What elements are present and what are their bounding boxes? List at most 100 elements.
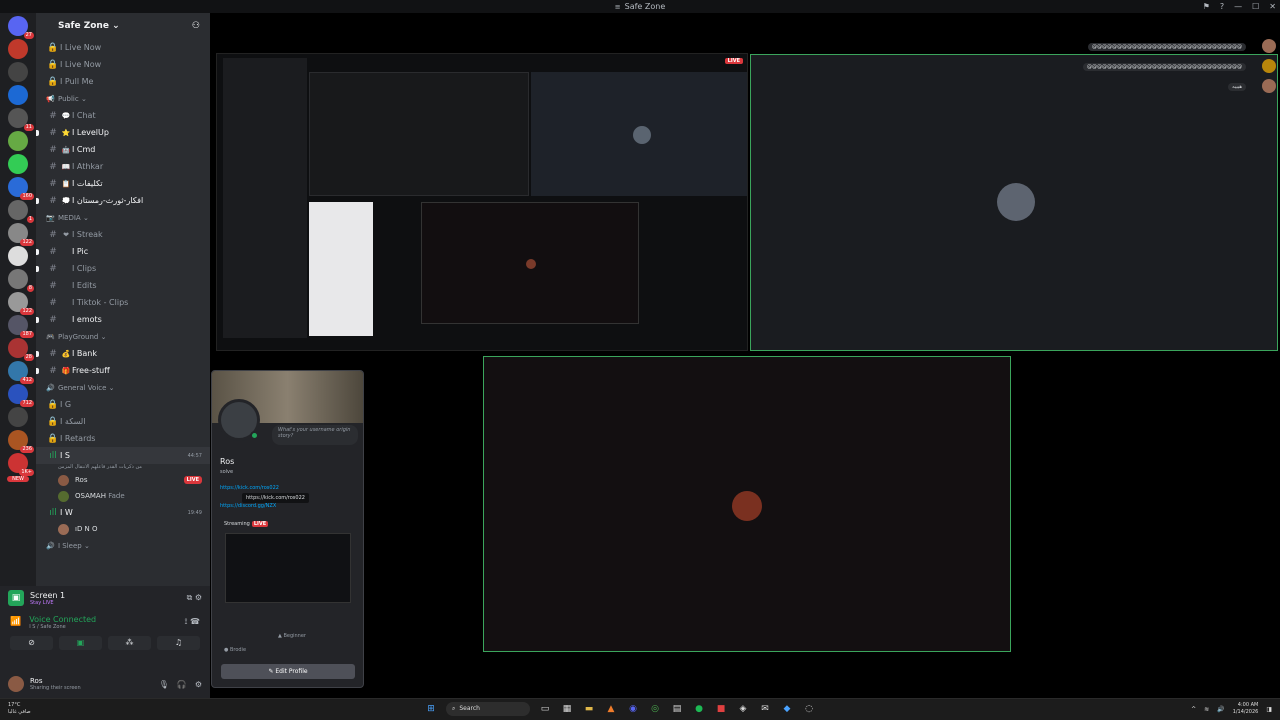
- server-icon[interactable]: [8, 131, 28, 151]
- settings-icon[interactable]: ⚙: [195, 680, 202, 689]
- channel-item[interactable]: 🔒 I Live Now: [36, 39, 210, 56]
- app-icon[interactable]: ▲: [604, 702, 618, 716]
- server-icon[interactable]: [8, 246, 28, 266]
- profile-link[interactable]: https://kick.com/ros022: [220, 485, 279, 491]
- home-button[interactable]: 27: [8, 16, 34, 39]
- voice-channel[interactable]: ıll I W 19:49: [36, 504, 210, 521]
- activities-button[interactable]: ⁂: [108, 636, 151, 650]
- app-icon[interactable]: ✉: [758, 702, 772, 716]
- voice-location[interactable]: I S / Safe Zone: [29, 624, 96, 630]
- channel-item[interactable]: 🔒 I Live Now: [36, 56, 210, 73]
- headphones-icon[interactable]: 🎧: [177, 680, 187, 689]
- server-icon[interactable]: 122: [8, 223, 34, 246]
- server-icon[interactable]: 1K+: [8, 453, 34, 476]
- server-icon[interactable]: 412: [8, 361, 34, 384]
- app-icon[interactable]: ◌: [802, 702, 816, 716]
- popout-icon[interactable]: ⧉ ⚙: [187, 593, 202, 603]
- close-button[interactable]: ✕: [1269, 2, 1276, 11]
- avatar[interactable]: [8, 676, 24, 692]
- voice-channel-sleep[interactable]: 🔊 I Sleep ⌄: [36, 537, 210, 554]
- server-icon[interactable]: [8, 407, 28, 427]
- voice-user[interactable]: Ros LIVE: [36, 472, 210, 488]
- spotify-icon[interactable]: ●: [692, 702, 706, 716]
- voice-user[interactable]: ıD N O: [36, 521, 210, 537]
- channel-item[interactable]: # 📋 I تكليفات: [36, 175, 210, 192]
- task-view-icon[interactable]: ▭: [538, 702, 552, 716]
- store-icon[interactable]: ▦: [560, 702, 574, 716]
- soundboard-button[interactable]: ♫: [157, 636, 200, 650]
- screen-share-card[interactable]: ▣ Screen 1 Stay LIVE ⧉ ⚙: [0, 586, 210, 610]
- stream-tile-ros[interactable]: LIVE: [216, 53, 748, 351]
- voice-channel[interactable]: 🔒 I Retards: [36, 430, 210, 447]
- discord-icon[interactable]: ◉: [626, 702, 640, 716]
- disconnect-icon[interactable]: ⟟ ☎: [185, 617, 200, 627]
- server-icon[interactable]: 122: [8, 292, 34, 315]
- server-icon[interactable]: 712: [8, 384, 34, 407]
- channel-item[interactable]: # 💭 I افكار-ثورث-رمستان: [36, 192, 210, 209]
- inbox-icon[interactable]: ⚑: [1203, 2, 1210, 11]
- tray-chevron-icon[interactable]: ^: [1191, 706, 1196, 713]
- active-voice-channel[interactable]: ıll I S 44:57: [36, 447, 210, 464]
- game-icon: 🎮: [46, 332, 55, 341]
- channel-item[interactable]: # I Edits: [36, 277, 210, 294]
- channel-item[interactable]: 🔒 I Pull Me: [36, 73, 210, 90]
- camera-button[interactable]: ⊘: [10, 636, 53, 650]
- folder-icon[interactable]: ▬: [582, 702, 596, 716]
- share-screen-button[interactable]: ▣: [59, 636, 102, 650]
- server-icon[interactable]: 11: [8, 108, 34, 131]
- avatar: [997, 183, 1035, 221]
- stream-tile-camera[interactable]: [750, 54, 1278, 351]
- stream-preview[interactable]: [225, 533, 351, 603]
- clock[interactable]: 4:00 AM 1/14/2026: [1233, 702, 1259, 716]
- channel-item[interactable]: # I Clips: [36, 260, 210, 277]
- help-icon[interactable]: ?: [1220, 2, 1224, 11]
- add-member-icon[interactable]: ⚇: [192, 21, 200, 31]
- windows-start-icon[interactable]: ⊞: [424, 702, 438, 716]
- chrome-icon[interactable]: ◎: [648, 702, 662, 716]
- channel-item[interactable]: # 🤖 I Cmd: [36, 141, 210, 158]
- server-icon[interactable]: 1: [8, 200, 34, 223]
- server-icon[interactable]: 187: [8, 315, 34, 338]
- volume-icon[interactable]: 🔊: [1217, 706, 1224, 713]
- channel-item[interactable]: # ❤ I Streak: [36, 226, 210, 243]
- voice-user[interactable]: OSAMAH Fade: [36, 488, 210, 504]
- channel-item[interactable]: # 💰 I Bank: [36, 345, 210, 362]
- taskbar-search[interactable]: ⌕ Search: [446, 702, 530, 716]
- channel-item[interactable]: # ⭐ I LevelUp: [36, 124, 210, 141]
- status-bubble[interactable]: What's your username origin story?: [272, 425, 358, 445]
- category-media[interactable]: 📷 MEDIA ⌄: [36, 209, 210, 226]
- voice-channel[interactable]: 🔒 I G: [36, 396, 210, 413]
- server-icon[interactable]: 160: [8, 177, 34, 200]
- app-icon[interactable]: ■: [714, 702, 728, 716]
- weather-widget[interactable]: 17°C صافي غالبا: [8, 702, 31, 716]
- channel-item[interactable]: # 📖 I Athkar: [36, 158, 210, 175]
- microphone-icon[interactable]: 🎙: [159, 680, 169, 689]
- app-icon[interactable]: ◈: [736, 702, 750, 716]
- minimize-button[interactable]: —: [1234, 2, 1242, 11]
- maximize-button[interactable]: ☐: [1252, 2, 1259, 11]
- stream-tile-voice[interactable]: [483, 356, 1011, 652]
- app-icon[interactable]: ▤: [670, 702, 684, 716]
- voice-channel[interactable]: 🔒 I السكة: [36, 413, 210, 430]
- server-icon[interactable]: 8: [8, 269, 34, 292]
- channel-item[interactable]: # I emots: [36, 311, 210, 328]
- category-public[interactable]: 📢 Public ⌄: [36, 90, 210, 107]
- server-icon[interactable]: 236: [8, 430, 34, 453]
- channel-item[interactable]: # I Tiktok - Clips: [36, 294, 210, 311]
- channel-item[interactable]: # 💬 I Chat: [36, 107, 210, 124]
- category-playground[interactable]: 🎮 PlayGround ⌄: [36, 328, 210, 345]
- profile-link[interactable]: https://discord.gg/NZX: [220, 503, 276, 509]
- category-voice[interactable]: 🔊 General Voice ⌄: [36, 379, 210, 396]
- edit-profile-button[interactable]: ✎ Edit Profile: [221, 664, 355, 679]
- server-icon[interactable]: [8, 85, 28, 105]
- app-icon[interactable]: ◆: [780, 702, 794, 716]
- wifi-icon[interactable]: ≋: [1204, 706, 1209, 713]
- notification-icon[interactable]: ◨: [1266, 706, 1272, 713]
- server-icon[interactable]: [8, 62, 28, 82]
- server-icon[interactable]: [8, 154, 28, 174]
- server-icon[interactable]: [8, 39, 28, 59]
- server-icon[interactable]: 28: [8, 338, 34, 361]
- channel-item[interactable]: # I Pic: [36, 243, 210, 260]
- channel-item[interactable]: # 🎁 Free-stuff: [36, 362, 210, 379]
- server-header[interactable]: Safe Zone ⌄ ⚇: [36, 13, 210, 39]
